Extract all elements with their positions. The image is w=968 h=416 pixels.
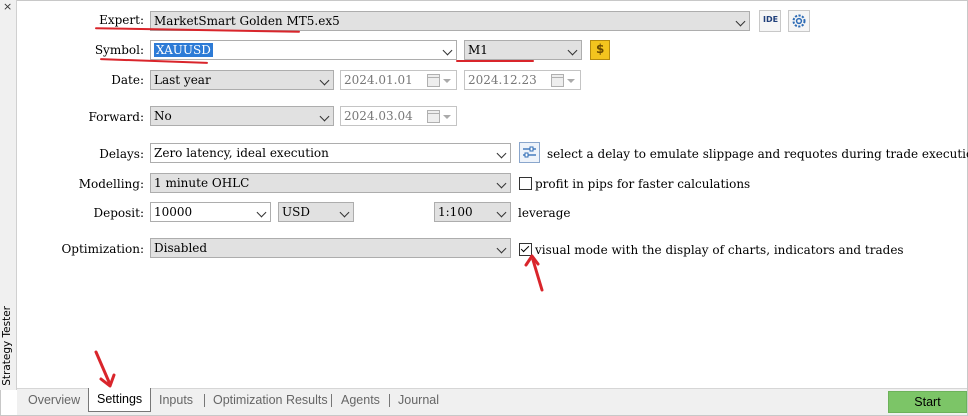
date-from-input[interactable]: 2024.01.01	[340, 70, 457, 90]
delays-hint: select a delay to emulate slippage and r…	[547, 147, 968, 161]
gear-icon	[792, 14, 806, 28]
optimization-label: Optimization:	[61, 242, 144, 256]
close-icon[interactable]: ×	[3, 0, 12, 14]
currency-select[interactable]: USD	[278, 202, 354, 222]
symbol-label: Symbol:	[94, 43, 144, 57]
expert-value: MarketSmart Golden MT5.ex5	[154, 14, 340, 28]
tab-agents[interactable]: Agents	[341, 392, 380, 408]
date-label: Date:	[111, 73, 144, 87]
tab-inputs[interactable]: Inputs	[159, 392, 193, 408]
chevron-down-icon	[496, 148, 507, 159]
chevron-down-icon	[442, 45, 453, 56]
optimization-select[interactable]: Disabled	[150, 238, 511, 258]
modelling-select[interactable]: 1 minute OHLC	[150, 173, 511, 193]
chevron-down-icon	[319, 75, 330, 86]
chevron-down-icon	[735, 16, 746, 27]
calendar-icon[interactable]	[427, 110, 440, 123]
visual-mode-label: visual mode with the display of charts, …	[535, 243, 904, 257]
forward-value: No	[154, 109, 172, 123]
optimization-value: Disabled	[154, 241, 208, 255]
leverage-select[interactable]: 1:100	[434, 202, 511, 222]
tab-separator	[204, 394, 205, 407]
forward-date-value: 2024.03.04	[344, 109, 413, 123]
forward-date-input[interactable]: 2024.03.04	[340, 106, 457, 126]
tab-settings[interactable]: Settings	[88, 388, 152, 412]
sliders-icon	[523, 146, 536, 158]
leverage-value: 1:100	[438, 205, 473, 219]
expert-select[interactable]: MarketSmart Golden MT5.ex5	[150, 11, 750, 31]
modelling-value: 1 minute OHLC	[154, 176, 250, 190]
profit-in-pips-label: profit in pips for faster calculations	[535, 177, 751, 191]
chevron-down-icon	[496, 207, 507, 218]
red-arrow-settings-tab	[94, 350, 116, 388]
calendar-icon[interactable]	[551, 74, 564, 87]
symbol-value: XAUUSD	[154, 43, 213, 57]
timeframe-value: M1	[468, 43, 488, 57]
chevron-down-icon	[496, 243, 507, 254]
date-to-input[interactable]: 2024.12.23	[464, 70, 581, 90]
dropdown-arrow-icon	[443, 115, 451, 119]
leverage-label: leverage	[518, 206, 571, 220]
date-range-select[interactable]: Last year	[150, 70, 334, 90]
calendar-icon[interactable]	[427, 74, 440, 87]
modelling-label: Modelling:	[78, 177, 144, 191]
tab-separator	[389, 394, 390, 407]
red-arrow-visual-mode	[524, 254, 544, 292]
delay-settings-button[interactable]	[519, 142, 540, 163]
timeframe-select[interactable]: M1	[464, 40, 582, 60]
chevron-down-icon	[256, 207, 267, 218]
dropdown-arrow-icon	[567, 79, 575, 83]
chevron-down-icon	[567, 45, 578, 56]
dollar-icon: $	[596, 42, 605, 56]
tester-tab-bar: Overview Settings Inputs Optimization Re…	[17, 388, 967, 415]
delays-value: Zero latency, ideal execution	[154, 146, 329, 160]
sidebar-title: Strategy Tester	[1, 306, 13, 386]
chevron-down-icon	[339, 207, 350, 218]
delays-select[interactable]: Zero latency, ideal execution	[150, 143, 511, 163]
dropdown-arrow-icon	[443, 79, 451, 83]
date-to-value: 2024.12.23	[468, 73, 537, 87]
chevron-down-icon	[496, 178, 507, 189]
symbol-input[interactable]: XAUUSD	[150, 40, 457, 60]
forward-select[interactable]: No	[150, 106, 334, 126]
delays-label: Delays:	[99, 147, 144, 161]
ide-button[interactable]: IDE	[759, 10, 781, 32]
tab-overview[interactable]: Overview	[28, 392, 80, 408]
red-underline-timeframe	[456, 60, 534, 62]
tester-sidebar: × Strategy Tester	[0, 0, 17, 390]
deposit-amount-value: 10000	[154, 205, 193, 219]
deposit-label: Deposit:	[93, 206, 145, 220]
start-button[interactable]: Start	[888, 391, 967, 413]
profit-in-pips-checkbox[interactable]	[519, 177, 532, 190]
tab-optimization-results[interactable]: Optimization Results	[213, 392, 328, 408]
tab-separator	[331, 394, 332, 407]
chevron-down-icon	[319, 111, 330, 122]
deposit-amount-input[interactable]: 10000	[150, 202, 271, 222]
ide-label: IDE	[763, 15, 779, 24]
date-range-value: Last year	[154, 73, 211, 87]
date-from-value: 2024.01.01	[344, 73, 413, 87]
forward-label: Forward:	[88, 110, 144, 124]
symbol-spec-button[interactable]: $	[590, 40, 610, 60]
expert-label: Expert:	[99, 13, 144, 27]
currency-value: USD	[282, 205, 310, 219]
tab-journal[interactable]: Journal	[398, 392, 439, 408]
expert-settings-button[interactable]	[788, 10, 810, 32]
